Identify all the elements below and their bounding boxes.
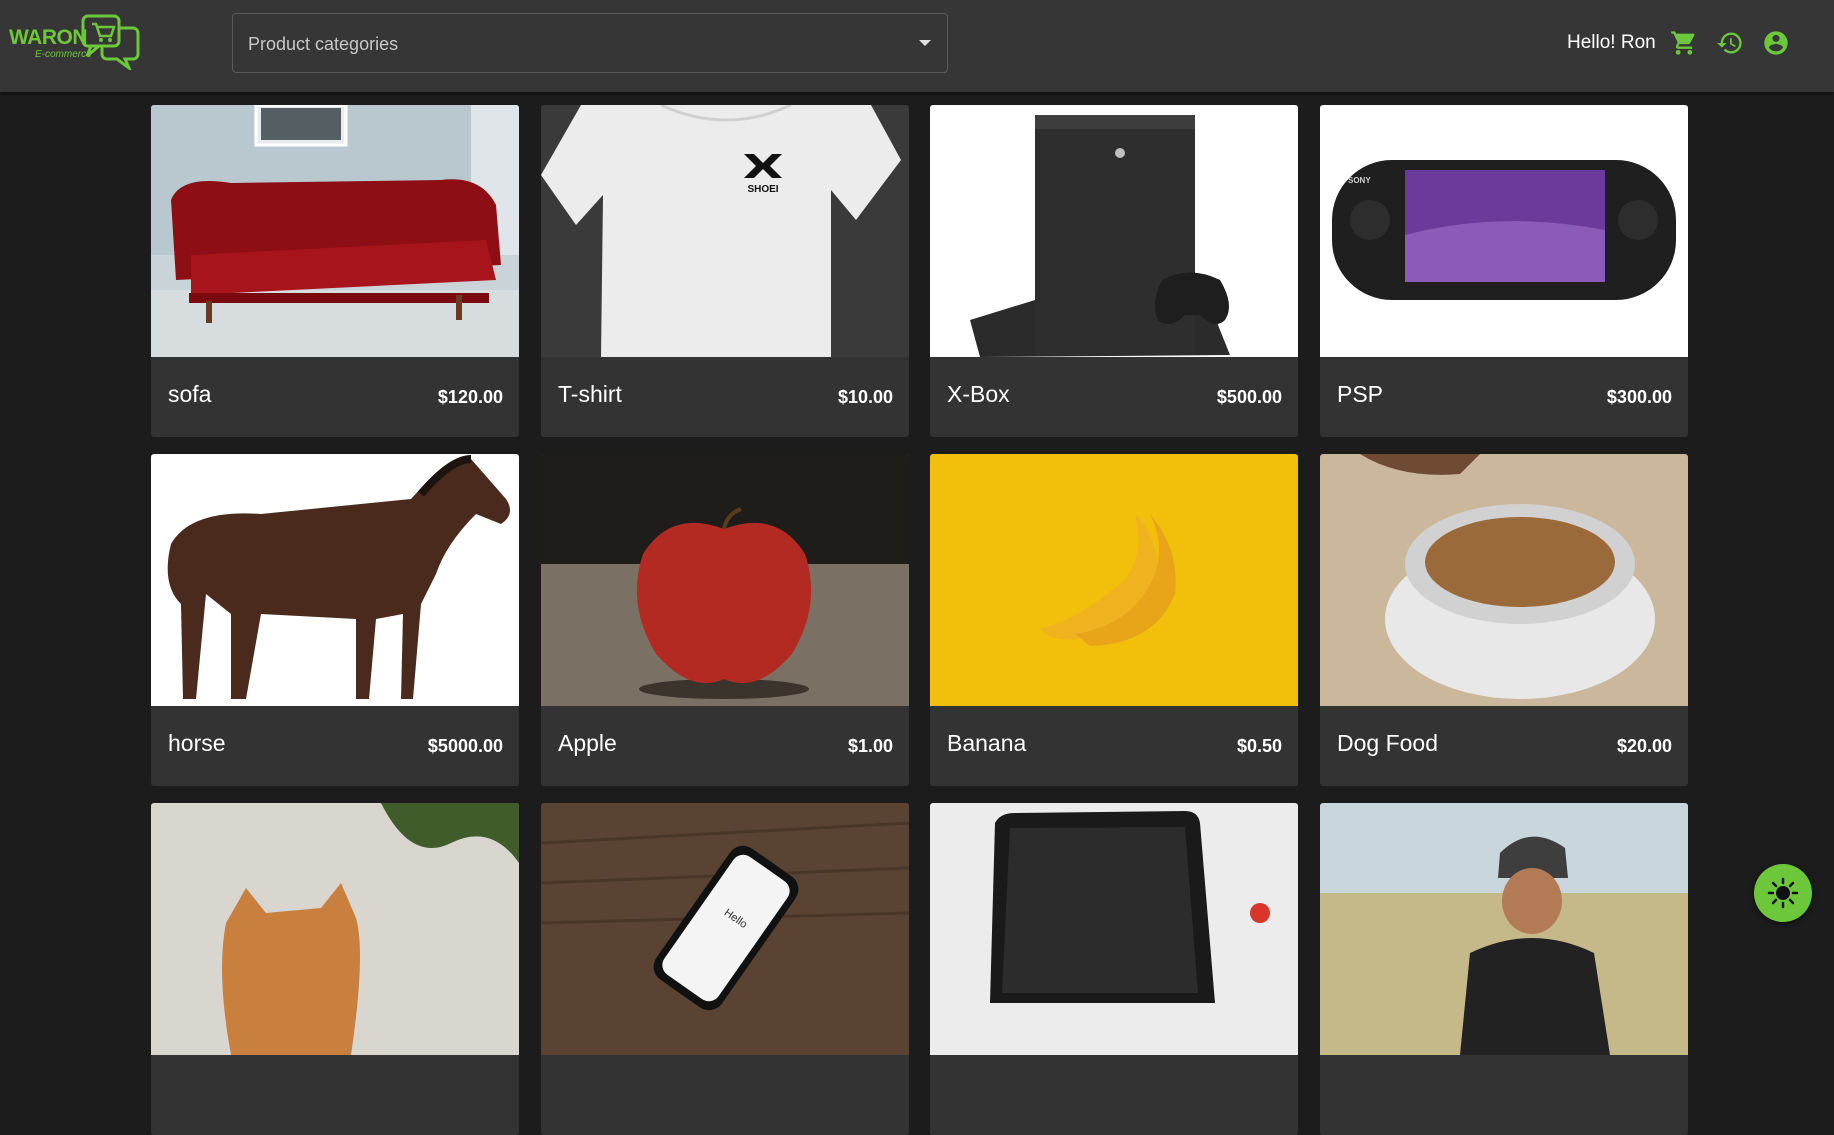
product-card[interactable]: SONY PSP $300.00: [1320, 105, 1688, 437]
top-app-bar: WARON E-commerce Product categories Hell…: [0, 0, 1834, 92]
brand-name: WARON: [9, 26, 88, 49]
product-card[interactable]: Hello: [541, 803, 909, 1135]
chevron-down-icon: [919, 40, 931, 46]
history-icon[interactable]: [1716, 29, 1744, 57]
product-name: X-Box: [947, 381, 1010, 407]
product-card[interactable]: Dog Food $20.00: [1320, 454, 1688, 786]
product-card[interactable]: [930, 803, 1298, 1135]
product-image-cat: [151, 803, 519, 1055]
brand-logo[interactable]: WARON E-commerce: [9, 14, 144, 72]
theme-toggle-button[interactable]: [1754, 864, 1812, 922]
product-image-apple: [541, 454, 909, 706]
product-card[interactable]: [151, 803, 519, 1135]
product-price: $10.00: [837, 387, 893, 407]
product-card[interactable]: sofa $120.00: [151, 105, 519, 437]
product-name: Banana: [947, 730, 1027, 756]
product-price: $20.00: [1616, 736, 1672, 756]
product-price: $5000.00: [427, 736, 503, 756]
product-card[interactable]: Apple $1.00: [541, 454, 909, 786]
product-name: Dog Food: [1337, 730, 1439, 756]
sun-icon: [1767, 877, 1799, 909]
product-card[interactable]: horse $5000.00: [151, 454, 519, 786]
user-greeting: Hello! Ron: [1567, 32, 1656, 53]
product-image-xbox: [930, 105, 1298, 357]
product-card[interactable]: SHOEI T-shirt $10.00: [541, 105, 909, 437]
cart-icon[interactable]: [1670, 29, 1698, 57]
t-shirt-print: SHOEI: [747, 184, 778, 195]
account-icon[interactable]: [1762, 29, 1790, 57]
product-image-sofa: [151, 105, 519, 357]
product-image-horse: [151, 454, 519, 706]
product-price: $300.00: [1606, 387, 1672, 407]
product-name: T-shirt: [558, 381, 622, 407]
product-name: horse: [168, 730, 226, 756]
product-image-dog-food: [1320, 454, 1688, 706]
product-name: Apple: [558, 730, 617, 756]
product-image-psp: SONY: [1320, 105, 1688, 357]
product-card[interactable]: Banana $0.50: [930, 454, 1298, 786]
product-price: $1.00: [847, 736, 893, 756]
psp-brand-print: SONY: [1348, 176, 1371, 185]
product-image-man-with-beanie: [1320, 803, 1688, 1055]
product-name: PSP: [1337, 381, 1384, 407]
product-name: sofa: [168, 381, 212, 407]
product-image-laptop: [930, 803, 1298, 1055]
category-select-placeholder: Product categories: [248, 34, 399, 54]
chat-cart-icon: [81, 14, 140, 70]
product-card[interactable]: [1320, 803, 1688, 1135]
product-card[interactable]: X-Box $500.00: [930, 105, 1298, 437]
product-image-phone: Hello: [541, 803, 909, 1055]
product-image-banana: [930, 454, 1298, 706]
product-price: $0.50: [1236, 736, 1282, 756]
product-price: $500.00: [1216, 387, 1282, 407]
product-price: $120.00: [437, 387, 503, 407]
product-image-t-shirt: SHOEI: [541, 105, 909, 357]
category-select[interactable]: Product categories: [232, 13, 948, 73]
